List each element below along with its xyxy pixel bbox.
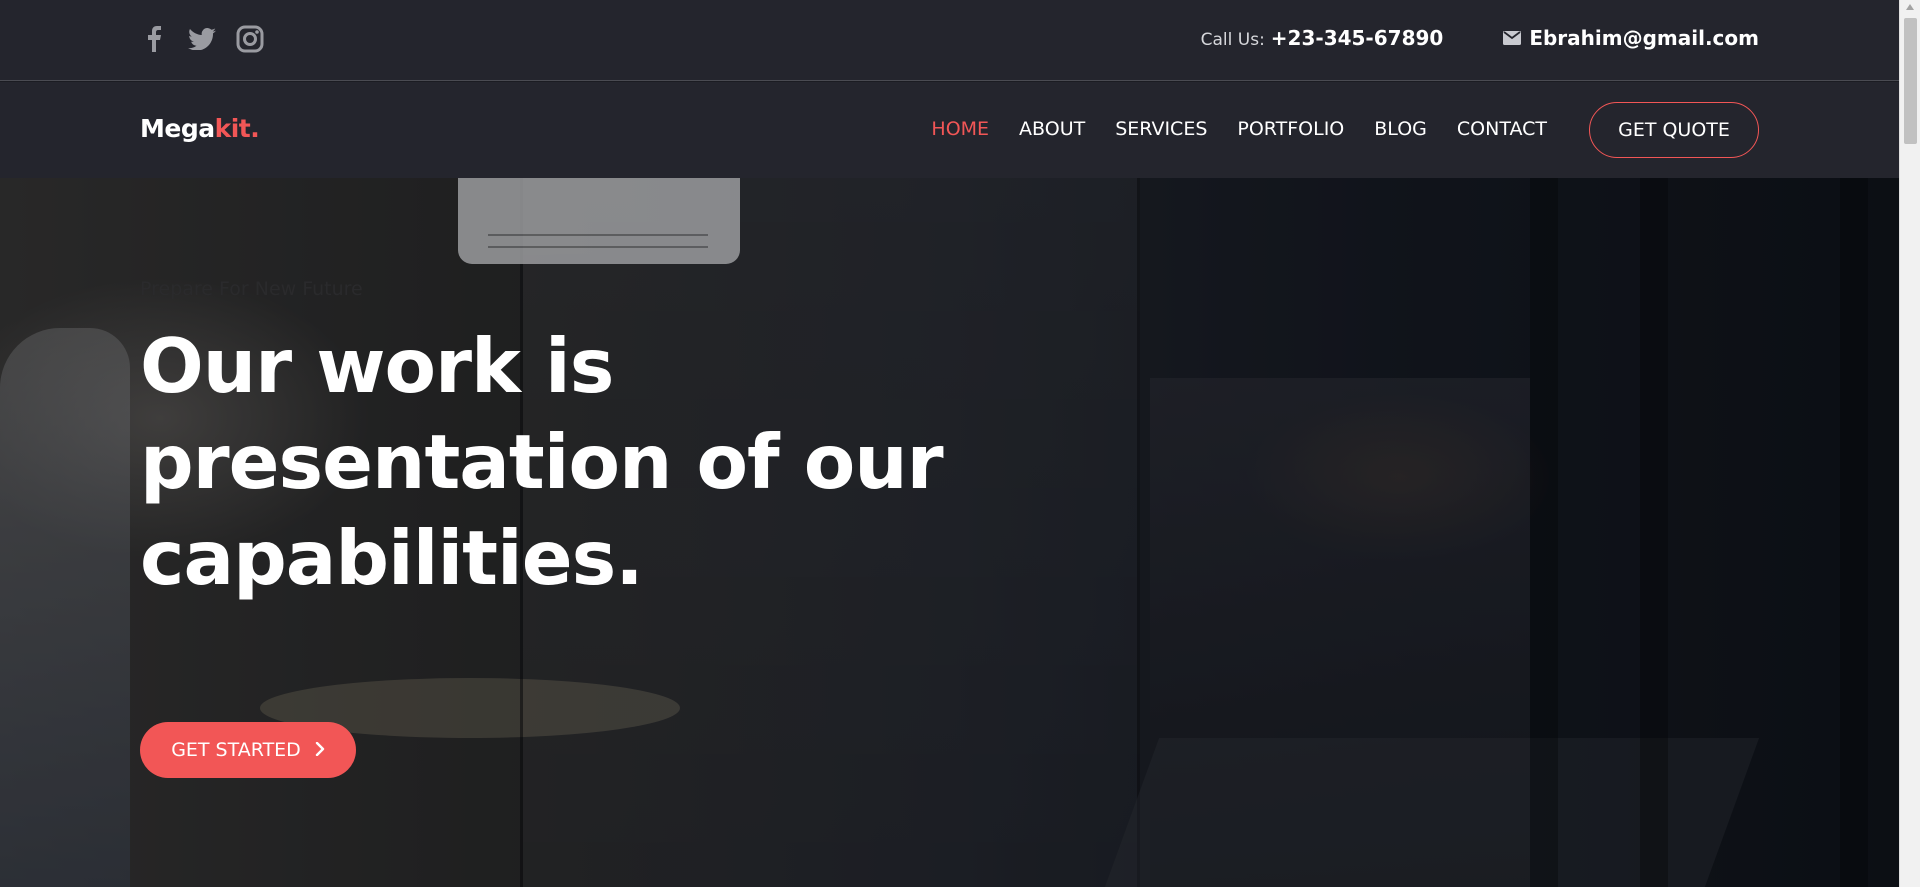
main-navbar: Megakit. HOME ABOUT SERVICES PORTFOLIO B… xyxy=(0,82,1899,178)
get-started-button[interactable]: GET STARTED xyxy=(140,722,356,778)
hero-kicker: Prepare For New Future xyxy=(140,278,363,300)
facebook-icon[interactable] xyxy=(140,24,168,54)
top-bar: Call Us: +23-345-67890 Ebrahim@gmail.com xyxy=(0,0,1899,81)
nav-item-about[interactable]: ABOUT xyxy=(1019,118,1085,140)
twitter-icon[interactable] xyxy=(188,24,216,54)
hero-section: Prepare For New Future Our work is prese… xyxy=(0,178,1899,887)
email-contact[interactable]: Ebrahim@gmail.com xyxy=(1503,26,1759,50)
page-scrollbar[interactable] xyxy=(1899,0,1920,887)
email-address: Ebrahim@gmail.com xyxy=(1529,26,1759,50)
call-label: Call Us: xyxy=(1200,30,1265,50)
contact-info: Call Us: +23-345-67890 Ebrahim@gmail.com xyxy=(1201,26,1759,50)
site-logo[interactable]: Megakit. xyxy=(140,114,260,143)
chevron-right-icon xyxy=(315,739,325,761)
get-quote-button[interactable]: GET QUOTE xyxy=(1589,102,1759,158)
get-started-label: GET STARTED xyxy=(171,739,301,761)
phone-contact: Call Us: +23-345-67890 xyxy=(1201,26,1444,50)
scroll-up-icon[interactable] xyxy=(1906,4,1914,10)
logo-accent: kit. xyxy=(214,114,260,143)
phone-number[interactable]: +23-345-67890 xyxy=(1271,26,1444,50)
nav-item-contact[interactable]: CONTACT xyxy=(1457,118,1547,140)
nav-item-services[interactable]: SERVICES xyxy=(1115,118,1207,140)
instagram-icon[interactable] xyxy=(236,24,264,54)
scrollbar-thumb[interactable] xyxy=(1904,18,1917,144)
logo-main: Mega xyxy=(140,114,215,143)
nav-item-home[interactable]: HOME xyxy=(931,118,989,140)
hero-headline: Our work is presentation of our capabili… xyxy=(140,322,944,602)
nav-item-blog[interactable]: BLOG xyxy=(1374,118,1427,140)
nav-item-portfolio[interactable]: PORTFOLIO xyxy=(1237,118,1344,140)
nav-menu: HOME ABOUT SERVICES PORTFOLIO BLOG CONTA… xyxy=(931,118,1547,140)
mail-icon xyxy=(1503,26,1522,50)
social-links xyxy=(140,24,264,54)
